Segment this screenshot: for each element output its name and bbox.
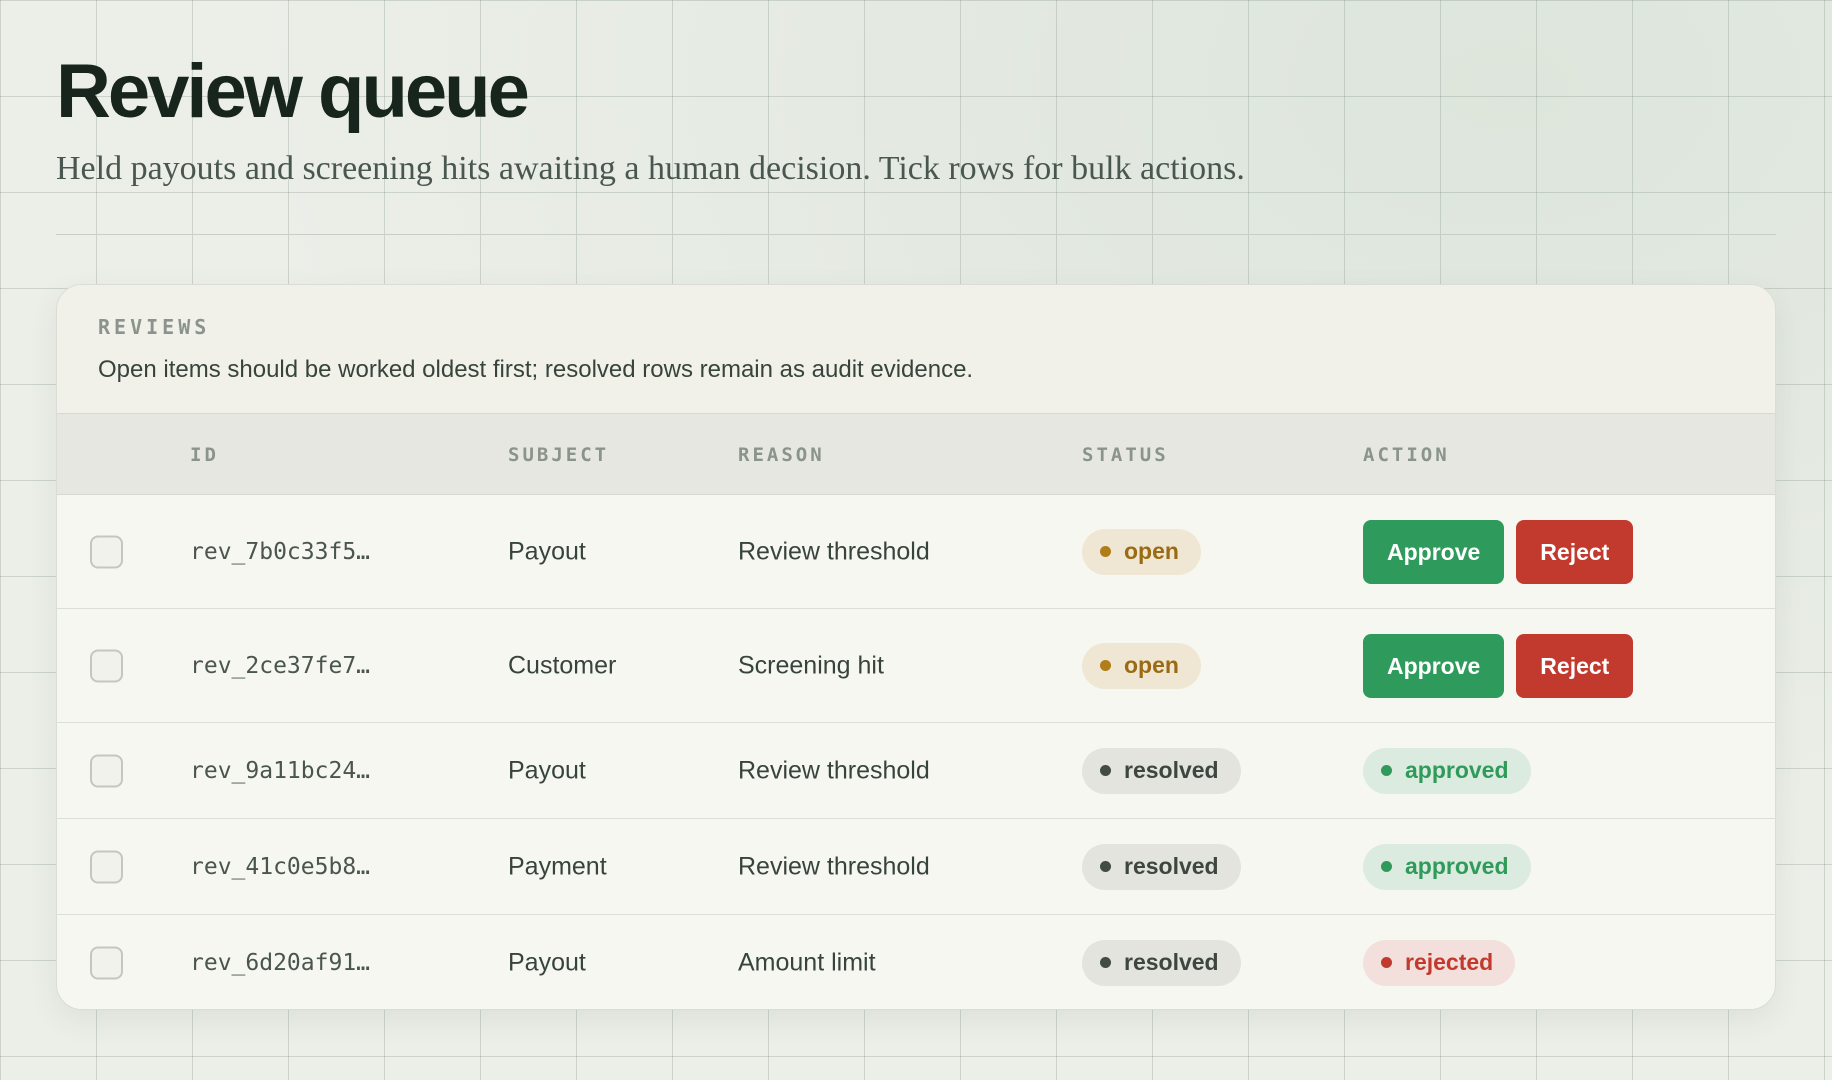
status-label: open (1124, 652, 1179, 678)
dot-icon (1381, 957, 1392, 968)
status-label: open (1124, 538, 1179, 564)
review-reason: Screening hit (738, 651, 884, 679)
card-header: REVIEWS Open items should be worked olde… (57, 285, 1775, 414)
review-id: rev_41c0e5b8… (190, 853, 371, 880)
review-reason: Amount limit (738, 948, 876, 976)
status-badge: resolved (1082, 843, 1241, 890)
status-cell: resolved (1082, 843, 1241, 890)
status-badge: resolved (1082, 747, 1241, 794)
review-id: rev_9a11bc24… (190, 757, 371, 784)
table-row: rev_6d20af91… Payout Amount limit resolv… (57, 915, 1775, 1009)
page-title: Review queue (56, 49, 530, 134)
status-label: resolved (1124, 949, 1219, 975)
status-label: resolved (1124, 853, 1219, 879)
row-checkbox[interactable] (90, 535, 123, 568)
reviews-card: REVIEWS Open items should be worked olde… (56, 284, 1776, 1010)
status-cell: resolved (1082, 747, 1241, 794)
status-badge: open (1082, 642, 1201, 689)
status-badge: open (1082, 528, 1201, 575)
row-checkbox[interactable] (90, 850, 123, 883)
dot-icon (1100, 546, 1111, 557)
status-cell: open (1082, 528, 1201, 575)
table-row: rev_9a11bc24… Payout Review threshold re… (57, 723, 1775, 819)
column-header-action: ACTION (1363, 444, 1450, 466)
table-header: ID SUBJECT REASON STATUS ACTION (57, 414, 1775, 495)
approve-button[interactable]: Approve (1363, 519, 1505, 584)
outcome-badge: rejected (1363, 939, 1516, 986)
review-subject: Payment (508, 852, 607, 880)
card-description: Open items should be worked oldest first… (98, 356, 974, 383)
review-reason: Review threshold (738, 756, 930, 784)
outcome-label: approved (1405, 757, 1509, 783)
reject-button[interactable]: Reject (1516, 633, 1634, 698)
status-badge: resolved (1082, 939, 1241, 986)
approve-button[interactable]: Approve (1363, 633, 1505, 698)
row-checkbox[interactable] (90, 946, 123, 979)
review-id: rev_7b0c33f5… (190, 538, 371, 565)
dot-icon (1100, 660, 1111, 671)
table-row: rev_2ce37fe7… Customer Screening hit ope… (57, 609, 1775, 723)
dot-icon (1381, 765, 1392, 776)
dot-icon (1381, 861, 1392, 872)
column-header-subject: SUBJECT (508, 444, 610, 466)
review-subject: Customer (508, 651, 617, 679)
header-divider (56, 234, 1776, 235)
outcome-label: rejected (1405, 949, 1494, 975)
action-cell: rejected (1363, 939, 1516, 986)
column-header-reason: REASON (738, 444, 825, 466)
review-reason: Review threshold (738, 537, 930, 565)
row-checkbox[interactable] (90, 754, 123, 787)
review-reason: Review threshold (738, 852, 930, 880)
outcome-label: approved (1405, 853, 1509, 879)
outcome-badge: approved (1363, 747, 1531, 794)
table-row: rev_41c0e5b8… Payment Review threshold r… (57, 819, 1775, 915)
action-cell: approved (1363, 747, 1531, 794)
dot-icon (1100, 861, 1111, 872)
outcome-badge: approved (1363, 843, 1531, 890)
column-header-status: STATUS (1082, 444, 1169, 466)
row-checkbox[interactable] (90, 649, 123, 682)
action-cell: Approve Reject (1363, 519, 1634, 584)
review-subject: Payout (508, 756, 586, 784)
action-cell: Approve Reject (1363, 633, 1634, 698)
status-cell: resolved (1082, 939, 1241, 986)
review-id: rev_6d20af91… (190, 949, 371, 976)
dot-icon (1100, 765, 1111, 776)
action-cell: approved (1363, 843, 1531, 890)
page-subtitle: Held payouts and screening hits awaiting… (56, 150, 1245, 187)
review-id: rev_2ce37fe7… (190, 652, 371, 679)
review-subject: Payout (508, 948, 586, 976)
table-row: rev_7b0c33f5… Payout Review threshold op… (57, 495, 1775, 609)
reject-button[interactable]: Reject (1516, 519, 1634, 584)
status-cell: open (1082, 642, 1201, 689)
review-subject: Payout (508, 537, 586, 565)
column-header-id: ID (190, 444, 219, 466)
card-eyebrow: REVIEWS (98, 315, 211, 339)
dot-icon (1100, 957, 1111, 968)
status-label: resolved (1124, 757, 1219, 783)
